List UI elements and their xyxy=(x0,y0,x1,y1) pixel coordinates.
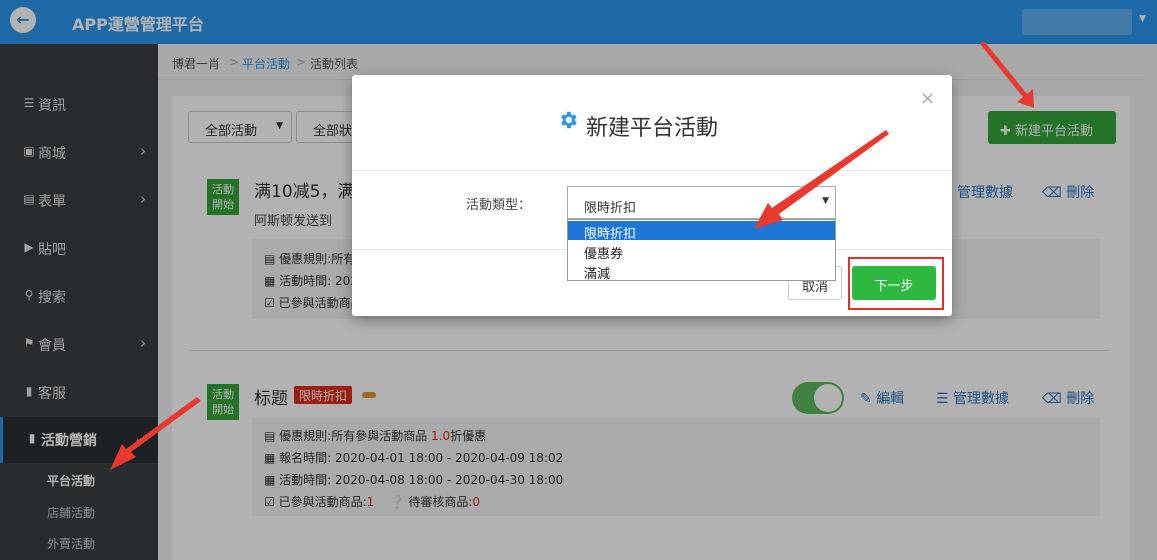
close-icon[interactable]: × xyxy=(920,88,935,109)
modal-title: 新建平台活動 xyxy=(586,116,719,141)
activity-type-label: 活動類型： xyxy=(466,198,532,213)
annotation-highlight-box xyxy=(848,257,944,310)
activity-type-select[interactable]: 限時折扣 ▼ xyxy=(567,186,836,219)
modal-header: 新建平台活動 × xyxy=(352,75,952,171)
gear-icon xyxy=(561,111,577,129)
dropdown-option[interactable]: 滿減 xyxy=(568,261,835,282)
activity-type-dropdown: 限時折扣 優惠券 滿減 xyxy=(567,219,836,282)
dropdown-option[interactable]: 限時折扣 xyxy=(568,221,835,242)
caret-down-icon: ▼ xyxy=(822,196,829,206)
dropdown-option[interactable]: 優惠券 xyxy=(568,241,835,262)
